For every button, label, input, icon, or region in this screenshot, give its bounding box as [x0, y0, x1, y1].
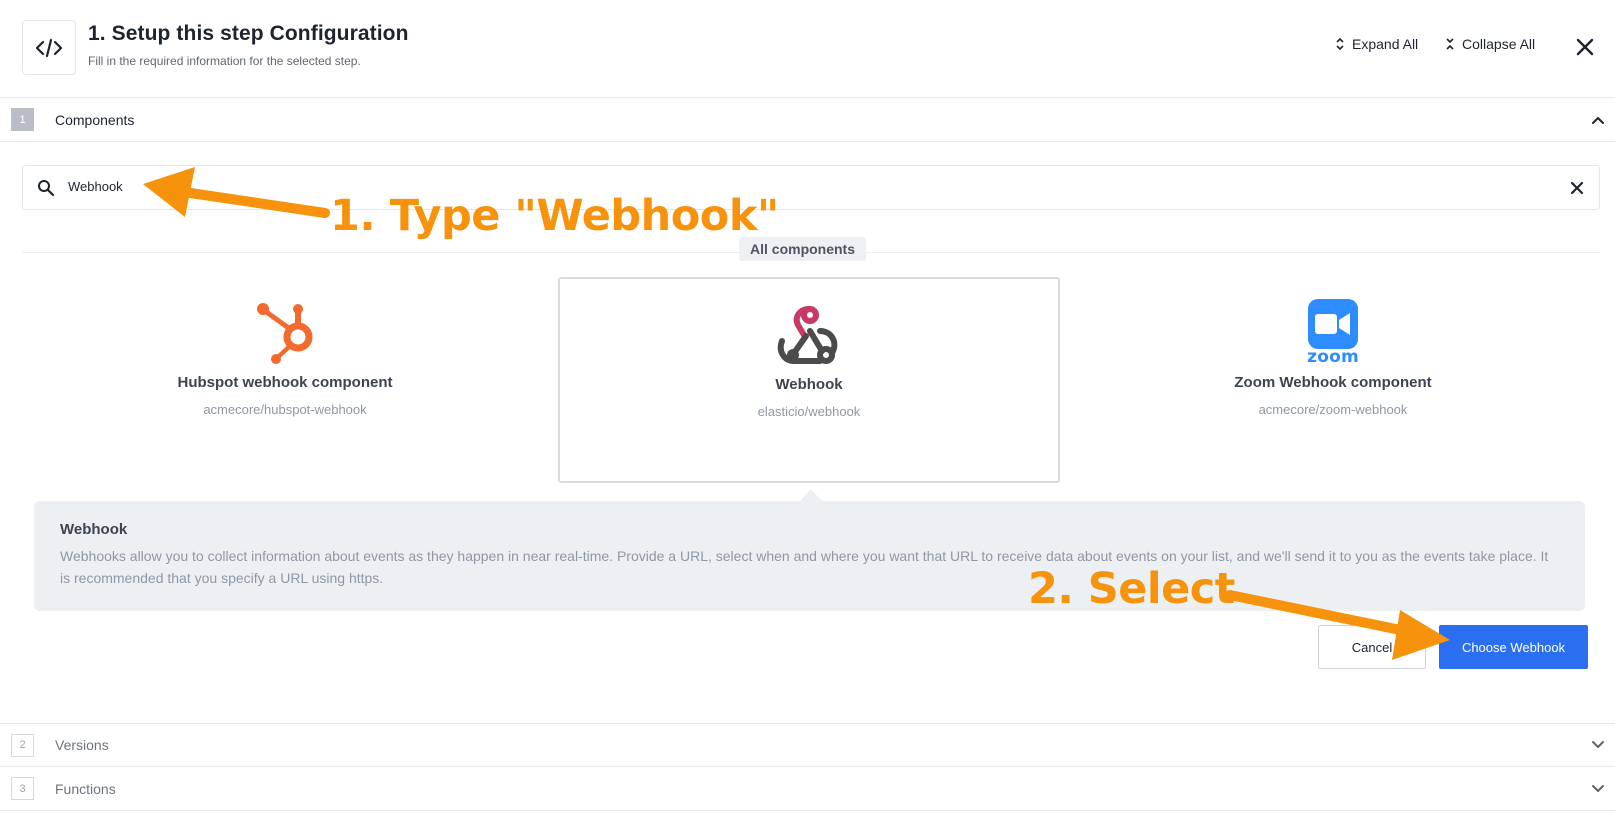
section-components[interactable]: 1 Components [0, 98, 1615, 142]
component-search-field[interactable]: Webhook [22, 165, 1600, 210]
component-card-hubspot[interactable]: Hubspot webhook component acmecore/hubsp… [34, 277, 536, 483]
webhook-logo-icon [776, 299, 842, 369]
clear-search-icon[interactable] [1568, 179, 1586, 197]
component-description-panel: Webhook Webhooks allow you to collect in… [34, 501, 1585, 611]
annotation-step-2: 2. Select [1028, 564, 1235, 614]
section-label: Versions [55, 737, 109, 753]
expand-icon [1336, 37, 1344, 51]
zoom-wordmark: zoom [1307, 347, 1359, 367]
expand-all-label: Expand All [1352, 36, 1419, 52]
description-title: Webhook [60, 521, 128, 538]
collapse-all-label: Collapse All [1462, 36, 1536, 52]
search-icon [38, 180, 55, 197]
section-number: 3 [11, 777, 34, 800]
annotation-step-1: 1. Type "Webhook" [330, 191, 779, 241]
component-title: Hubspot webhook component [177, 374, 393, 391]
cancel-button[interactable]: Cancel [1318, 625, 1426, 669]
component-card-zoom[interactable]: zoom Zoom Webhook component acmecore/zoo… [1082, 277, 1584, 483]
choose-webhook-button[interactable]: Choose Webhook [1439, 625, 1588, 669]
collapse-all-button[interactable]: Collapse All [1445, 36, 1535, 52]
description-text: Webhooks allow you to collect informatio… [60, 548, 1549, 586]
component-title: Zoom Webhook component [1234, 374, 1432, 391]
page-title: 1. Setup this step Configuration [88, 22, 409, 45]
zoom-logo-icon: zoom [1300, 297, 1366, 367]
step-header: 1. Setup this step Configuration Fill in… [0, 0, 1615, 98]
search-input[interactable]: Webhook [68, 179, 123, 194]
chevron-down-icon[interactable] [1590, 781, 1606, 797]
chevron-down-icon[interactable] [1590, 737, 1606, 753]
section-label: Components [55, 111, 135, 128]
section-number: 1 [11, 108, 34, 131]
page-subtitle: Fill in the required information for the… [88, 54, 361, 68]
section-functions[interactable]: 3 Functions [0, 767, 1615, 811]
section-versions[interactable]: 2 Versions [0, 723, 1615, 767]
hubspot-logo-icon [252, 297, 318, 367]
component-title: Webhook [775, 376, 843, 393]
code-icon [22, 20, 76, 75]
collapse-icon [1446, 38, 1454, 50]
close-icon[interactable] [1574, 36, 1596, 58]
selection-pointer [800, 489, 822, 501]
expand-all-button[interactable]: Expand All [1335, 36, 1418, 52]
component-path: acmecore/zoom-webhook [1258, 402, 1408, 417]
component-card-webhook[interactable]: Webhook elasticio/webhook [558, 277, 1060, 483]
section-number: 2 [11, 733, 34, 757]
component-path: elasticio/webhook [757, 404, 861, 419]
section-label: Functions [55, 780, 116, 797]
chevron-up-icon[interactable] [1590, 112, 1606, 128]
component-path: acmecore/hubspot-webhook [203, 402, 367, 417]
